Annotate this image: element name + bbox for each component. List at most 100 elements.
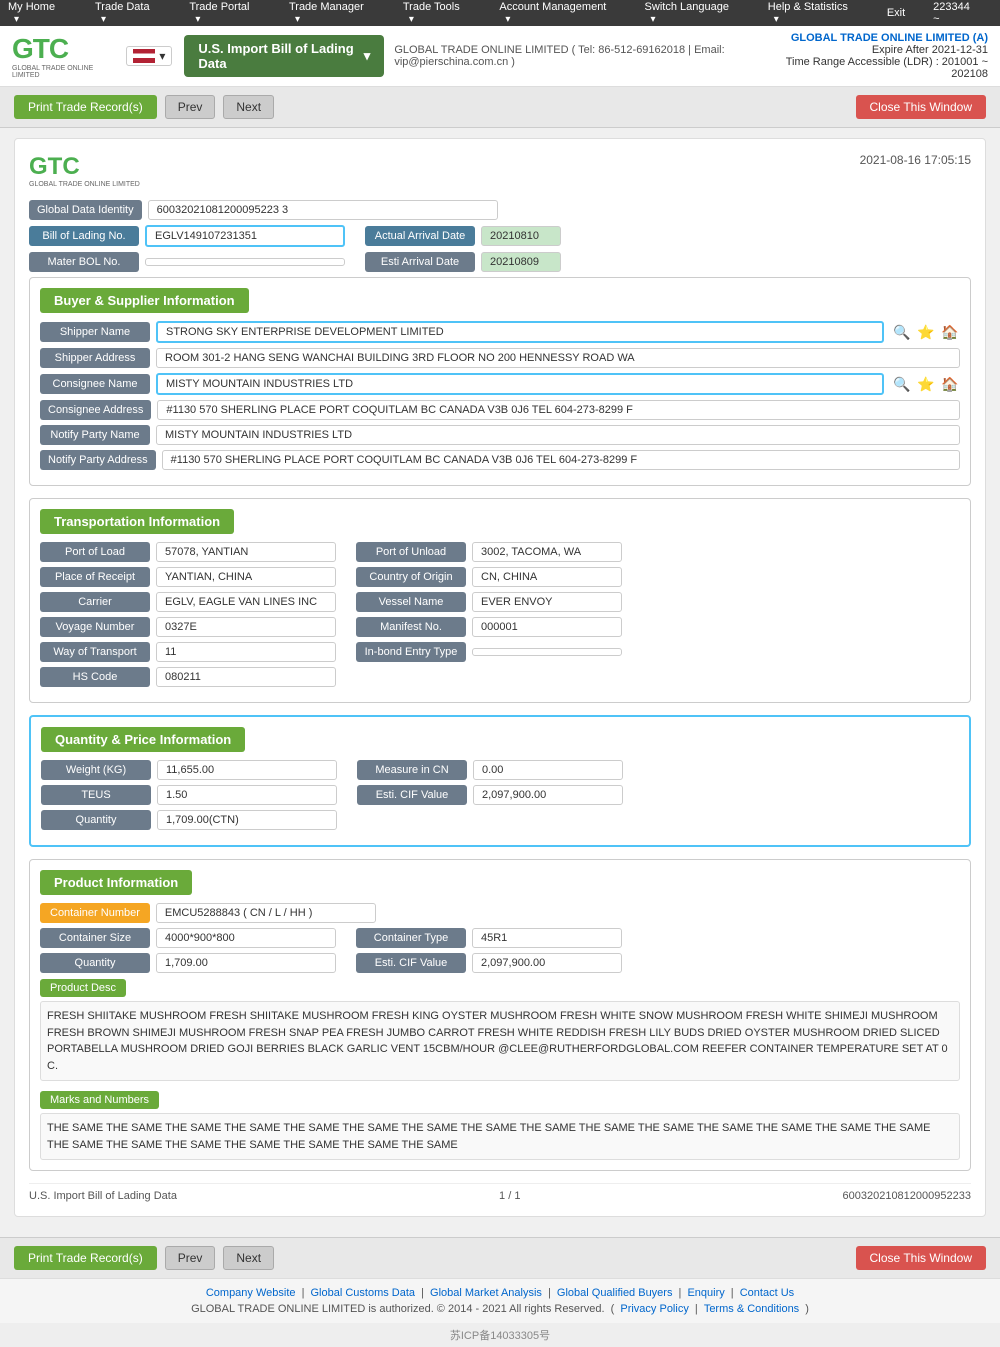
flag-selector[interactable]: ▾ (126, 46, 172, 66)
transportation-section: Transportation Information Port of Load … (29, 498, 971, 703)
consignee-name-row: Consignee Name MISTY MOUNTAIN INDUSTRIES… (40, 373, 960, 395)
consignee-name-value: MISTY MOUNTAIN INDUSTRIES LTD (156, 373, 884, 395)
nav-trademanager[interactable]: Trade Manager ▾ (289, 1, 389, 25)
flag-arrow: ▾ (159, 49, 165, 63)
card-logo: GTC GLOBAL TRADE ONLINE LIMITED (29, 153, 140, 188)
voyage-manifest-row: Voyage Number 0327E Manifest No. 000001 (40, 617, 960, 637)
star-icon[interactable]: ⭐ (916, 322, 936, 342)
bill-selector[interactable]: U.S. Import Bill of Lading Data ▾ (184, 35, 384, 77)
global-data-identity-value: 60032021081200095223 3 (148, 200, 498, 220)
way-of-transport-label: Way of Transport (40, 642, 150, 662)
icp-number: 苏ICP备14033305号 (0, 1323, 1000, 1347)
nav-exit[interactable]: Exit (887, 7, 905, 19)
footer-link-market[interactable]: Global Market Analysis (430, 1287, 542, 1299)
consignee-name-label: Consignee Name (40, 374, 150, 394)
consignee-search-icon[interactable]: 🔍 (892, 374, 912, 394)
esti-cif-label: Esti. CIF Value (357, 785, 467, 805)
shipper-name-row: Shipper Name STRONG SKY ENTERPRISE DEVEL… (40, 321, 960, 343)
product-info-section: Product Information Container Number EMC… (29, 859, 971, 1171)
place-of-receipt-label: Place of Receipt (40, 567, 150, 587)
vessel-name-value: EVER ENVOY (472, 592, 622, 612)
consignee-star-icon[interactable]: ⭐ (916, 374, 936, 394)
terms-conditions-link[interactable]: Terms & Conditions (704, 1303, 799, 1315)
header: GTC GLOBAL TRADE ONLINE LIMITED ▾ U.S. I… (0, 26, 1000, 87)
bill-selector-label: U.S. Import Bill of Lading Data (198, 41, 355, 71)
buyer-supplier-section: Buyer & Supplier Information Shipper Nam… (29, 277, 971, 486)
shipper-address-label: Shipper Address (40, 348, 150, 368)
prev-button-bottom[interactable]: Prev (165, 1246, 216, 1270)
close-button-bottom[interactable]: Close This Window (856, 1246, 986, 1270)
next-button-top[interactable]: Next (223, 95, 274, 119)
top-action-bar: Print Trade Record(s) Prev Next Close Th… (0, 87, 1000, 128)
manifest-no-value: 000001 (472, 617, 622, 637)
marks-numbers-container: Marks and Numbers THE SAME THE SAME THE … (40, 1085, 960, 1160)
nav-switchlanguage[interactable]: Switch Language ▾ (645, 1, 754, 25)
container-type-value: 45R1 (472, 928, 622, 948)
prev-button-top[interactable]: Prev (165, 95, 216, 119)
marks-text: THE SAME THE SAME THE SAME THE SAME THE … (40, 1113, 960, 1160)
time-range: Time Range Accessible (LDR) : 201001 ~ 2… (782, 56, 988, 80)
user-id: 223344 ~ (933, 1, 978, 25)
qty-row: Quantity 1,709.00(CTN) (41, 810, 959, 830)
shipper-address-value: ROOM 301-2 HANG SENG WANCHAI BUILDING 3R… (156, 348, 960, 368)
consignee-address-label: Consignee Address (40, 400, 151, 420)
product-qty-value: 1,709.00 (156, 953, 336, 973)
consignee-address-row: Consignee Address #1130 570 SHERLING PLA… (40, 400, 960, 420)
container-number-label: Container Number (40, 903, 150, 923)
search-icon[interactable]: 🔍 (892, 322, 912, 342)
print-button-top[interactable]: Print Trade Record(s) (14, 95, 157, 119)
record-card: GTC GLOBAL TRADE ONLINE LIMITED 2021-08-… (14, 138, 986, 1217)
container-size-label: Container Size (40, 928, 150, 948)
nav-helpstatistics[interactable]: Help & Statistics ▾ (768, 1, 873, 25)
place-of-receipt-value: YANTIAN, CHINA (156, 567, 336, 587)
shipper-name-label: Shipper Name (40, 322, 150, 342)
account-name: GLOBAL TRADE ONLINE LIMITED (A) (782, 32, 988, 44)
container-type-label: Container Type (356, 928, 466, 948)
global-data-identity-label: Global Data Identity (29, 200, 142, 220)
notify-party-name-row: Notify Party Name MISTY MOUNTAIN INDUSTR… (40, 425, 960, 445)
nav-tradeportal[interactable]: Trade Portal ▾ (189, 1, 275, 25)
port-load-unload-row: Port of Load 57078, YANTIAN Port of Unlo… (40, 542, 960, 562)
esti-cif-value: 2,097,900.00 (473, 785, 623, 805)
footer-link-contact[interactable]: Contact Us (740, 1287, 794, 1299)
mater-bol-row: Mater BOL No. Esti Arrival Date 20210809 (29, 252, 971, 272)
weight-label: Weight (KG) (41, 760, 151, 780)
footer-link-company[interactable]: Company Website (206, 1287, 296, 1299)
card-footer-left: U.S. Import Bill of Lading Data (29, 1190, 177, 1202)
port-of-load-value: 57078, YANTIAN (156, 542, 336, 562)
privacy-policy-link[interactable]: Privacy Policy (620, 1303, 688, 1315)
place-receipt-country-row: Place of Receipt YANTIAN, CHINA Country … (40, 567, 960, 587)
shipper-name-value: STRONG SKY ENTERPRISE DEVELOPMENT LIMITE… (156, 321, 884, 343)
weight-measure-row: Weight (KG) 11,655.00 Measure in CN 0.00 (41, 760, 959, 780)
nav-tradetools[interactable]: Trade Tools ▾ (403, 1, 485, 25)
nav-accountmanagement[interactable]: Account Management ▾ (499, 1, 630, 25)
inbond-entry-value (472, 648, 622, 656)
us-flag-icon (133, 49, 155, 63)
qty-label: Quantity (41, 810, 151, 830)
mater-bol-value (145, 258, 345, 266)
nav-myhome[interactable]: My Home ▾ (8, 1, 81, 25)
bol-row: Bill of Lading No. EGLV149107231351 Actu… (29, 225, 971, 247)
footer-link-buyers[interactable]: Global Qualified Buyers (557, 1287, 673, 1299)
close-button-top[interactable]: Close This Window (856, 95, 986, 119)
mater-bol-label: Mater BOL No. (29, 252, 139, 272)
port-of-unload-label: Port of Unload (356, 542, 466, 562)
card-logo-sub: GLOBAL TRADE ONLINE LIMITED (29, 181, 140, 188)
card-footer-page: 1 / 1 (499, 1190, 520, 1202)
consignee-home-icon[interactable]: 🏠 (940, 374, 960, 394)
carrier-value: EGLV, EAGLE VAN LINES INC (156, 592, 336, 612)
measure-cn-label: Measure in CN (357, 760, 467, 780)
footer-link-customs[interactable]: Global Customs Data (311, 1287, 416, 1299)
hs-code-row: HS Code 080211 (40, 667, 960, 687)
nav-tradedata[interactable]: Trade Data ▾ (95, 1, 175, 25)
esti-arrival-label: Esti Arrival Date (365, 252, 475, 272)
site-footer: Company Website | Global Customs Data | … (0, 1278, 1000, 1323)
home-icon[interactable]: 🏠 (940, 322, 960, 342)
teus-label: TEUS (41, 785, 151, 805)
card-footer: U.S. Import Bill of Lading Data 1 / 1 60… (29, 1183, 971, 1202)
next-button-bottom[interactable]: Next (223, 1246, 274, 1270)
card-header: GTC GLOBAL TRADE ONLINE LIMITED 2021-08-… (29, 153, 971, 188)
marks-header: Marks and Numbers (40, 1091, 159, 1109)
print-button-bottom[interactable]: Print Trade Record(s) (14, 1246, 157, 1270)
footer-link-enquiry[interactable]: Enquiry (687, 1287, 724, 1299)
